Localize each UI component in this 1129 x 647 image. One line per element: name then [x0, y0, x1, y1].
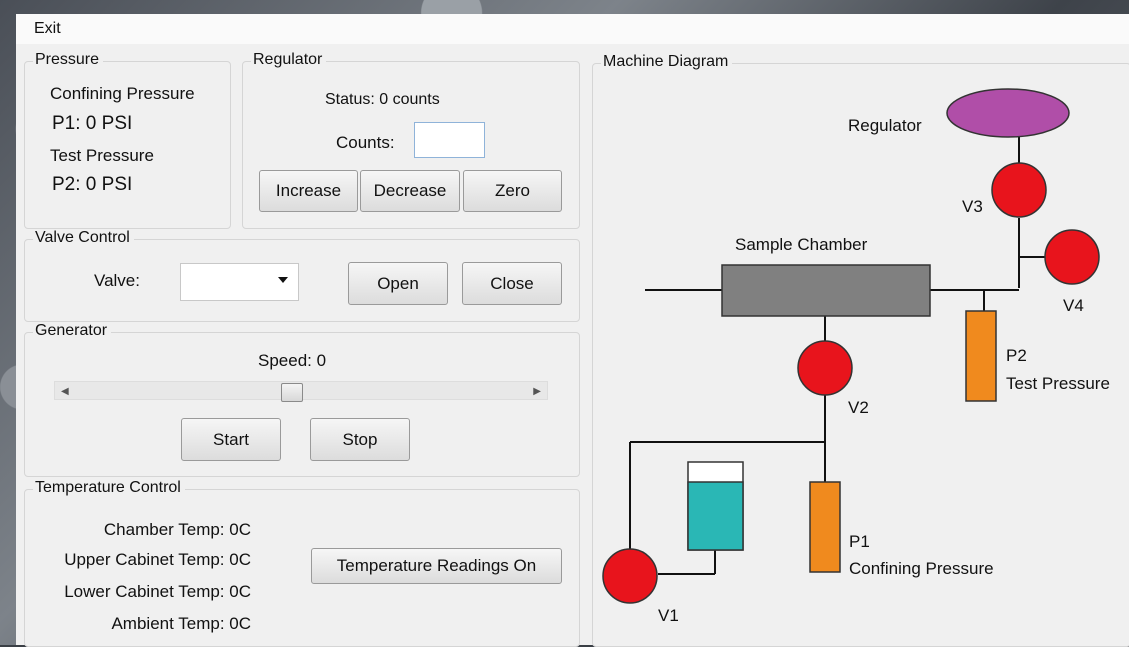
regulator-shape [946, 88, 1070, 138]
tank-fluid [687, 481, 744, 551]
v4-label: V4 [1063, 296, 1084, 315]
v1-label: V1 [658, 606, 679, 625]
valve-v2-icon[interactable] [797, 340, 853, 396]
sample-chamber-label: Sample Chamber [735, 235, 868, 254]
v2-label: V2 [848, 398, 869, 417]
regulator-label: Regulator [848, 116, 922, 135]
p2-desc: Test Pressure [1006, 374, 1110, 393]
sample-chamber-shape [721, 264, 931, 317]
p1-desc: Confining Pressure [849, 559, 994, 578]
machine-diagram: Regulator Sample Chamber V3 V4 V2 V1 P2 … [602, 88, 1110, 625]
p1-label: P1 [849, 532, 870, 551]
gauge-p1-shape [809, 481, 841, 573]
valve-v1-icon[interactable] [602, 548, 658, 604]
v3-label: V3 [962, 197, 983, 216]
valve-v4-icon[interactable] [1044, 229, 1100, 285]
gauge-p2-shape [965, 310, 997, 402]
valve-v3-icon[interactable] [991, 162, 1047, 218]
p2-label: P2 [1006, 346, 1027, 365]
